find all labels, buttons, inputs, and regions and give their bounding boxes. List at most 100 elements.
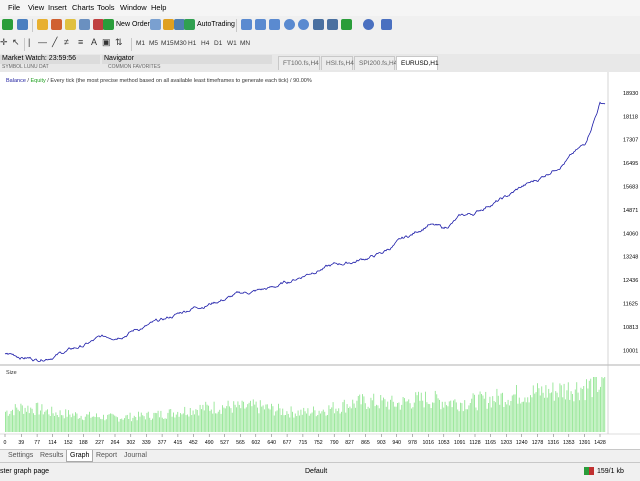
size-bar <box>475 407 477 432</box>
tab-results[interactable]: Results <box>40 452 63 459</box>
arrows-icon[interactable]: ⇅ <box>115 37 123 48</box>
size-bar <box>24 407 26 432</box>
tab-journal[interactable]: Journal <box>124 452 147 459</box>
size-bar <box>577 392 579 432</box>
zoom-in-icon[interactable] <box>284 19 295 30</box>
chart-shift-icon[interactable] <box>327 19 338 30</box>
size-bar <box>83 420 85 432</box>
size-bar <box>224 408 226 432</box>
tile-windows-icon[interactable] <box>313 19 324 30</box>
menu-help[interactable]: Help <box>151 3 166 12</box>
size-bar <box>177 411 179 432</box>
chart-tab-eurusd[interactable]: EURUSD,H1 <box>396 56 439 70</box>
auto-trading-button[interactable]: AutoTrading <box>197 21 235 28</box>
crosshair-icon[interactable]: ✛ <box>0 37 8 48</box>
cursor-icon[interactable]: ↖ <box>12 37 20 48</box>
size-bar <box>255 401 257 432</box>
timeframe-h1[interactable]: H1 <box>188 40 196 47</box>
label-icon[interactable]: ▣ <box>102 37 111 48</box>
menu-file[interactable]: File <box>8 3 20 12</box>
vertical-line-icon[interactable]: | <box>28 37 30 47</box>
size-bar <box>189 408 191 432</box>
navigator-icon[interactable] <box>65 19 76 30</box>
menu-tools[interactable]: Tools <box>97 3 115 12</box>
channel-icon[interactable]: ≠ <box>64 37 69 47</box>
timeframe-m15[interactable]: M15 <box>161 40 174 47</box>
size-bar <box>493 401 495 432</box>
size-bar <box>146 412 148 432</box>
size-bar <box>545 385 547 432</box>
size-bar <box>436 394 438 432</box>
templates-icon[interactable] <box>381 19 392 30</box>
line-chart-icon[interactable] <box>269 19 280 30</box>
size-bar <box>5 411 6 432</box>
data-window-icon[interactable] <box>51 19 62 30</box>
size-bar <box>38 414 40 432</box>
chart-tab-ft100[interactable]: FT100.fs,H4 <box>278 56 320 70</box>
timeframe-h4[interactable]: H4 <box>201 40 209 47</box>
auto-trading-icon[interactable] <box>184 19 195 30</box>
menu-insert[interactable]: Insert <box>48 3 67 12</box>
new-order-icon[interactable] <box>103 19 114 30</box>
size-bar <box>230 408 232 432</box>
size-bar <box>159 417 160 432</box>
timeframe-m5[interactable]: M5 <box>149 40 158 47</box>
indicators-icon[interactable] <box>341 19 352 30</box>
size-bar <box>331 407 333 432</box>
tab-report[interactable]: Report <box>96 452 117 459</box>
tab-settings[interactable]: Settings <box>8 452 33 459</box>
menu-view[interactable]: View <box>28 3 44 12</box>
chart-tab-spi200[interactable]: SPI200.fs,H4 <box>354 56 397 70</box>
timeframe-m1[interactable]: M1 <box>136 40 145 47</box>
size-bar <box>324 411 326 432</box>
size-bar <box>16 407 18 432</box>
size-bar <box>588 380 590 432</box>
market-watch-header[interactable]: Market Watch: 23:59:56 <box>0 55 100 64</box>
size-bar <box>104 420 106 432</box>
candlestick-icon[interactable] <box>255 19 266 30</box>
x-tick-label: 1053 <box>438 440 450 446</box>
profiles-icon[interactable] <box>17 19 28 30</box>
trendline-icon[interactable]: ╱ <box>52 37 57 48</box>
size-bar <box>409 403 411 432</box>
signals-icon[interactable] <box>163 19 174 30</box>
x-tick-label: 152 <box>64 440 73 446</box>
size-bar <box>84 416 86 432</box>
tab-graph[interactable]: Graph <box>66 450 94 462</box>
size-bar <box>447 406 449 432</box>
size-bar <box>206 404 208 432</box>
size-bar <box>89 411 90 432</box>
new-order-button[interactable]: New Order <box>116 21 150 28</box>
horizontal-line-icon[interactable]: — <box>38 37 47 47</box>
chart-tab-hsi[interactable]: HSI.fs,H4 <box>321 56 354 70</box>
timeframe-m30[interactable]: M30 <box>174 40 187 47</box>
navigator-header[interactable]: Navigator <box>102 55 272 64</box>
zoom-out-icon[interactable] <box>298 19 309 30</box>
metaeditor-icon[interactable] <box>150 19 161 30</box>
size-bar <box>107 414 109 432</box>
market-watch-icon[interactable] <box>37 19 48 30</box>
size-bar <box>188 416 190 432</box>
size-bar <box>73 415 75 432</box>
menu-window[interactable]: Window <box>120 3 147 12</box>
size-bar <box>26 411 27 432</box>
size-bar <box>366 409 368 432</box>
size-bar <box>286 411 288 432</box>
size-bar <box>601 377 603 432</box>
terminal-icon[interactable] <box>79 19 90 30</box>
timeframe-w1[interactable]: W1 <box>227 40 237 47</box>
bar-chart-icon[interactable] <box>241 19 252 30</box>
periods-icon[interactable] <box>363 19 374 30</box>
timeframe-d1[interactable]: D1 <box>214 40 222 47</box>
fibo-icon[interactable]: ≡ <box>78 37 83 47</box>
x-tick-label: 227 <box>95 440 104 446</box>
size-bar <box>591 397 593 432</box>
new-chart-icon[interactable] <box>2 19 13 30</box>
size-bar <box>161 417 163 432</box>
size-bar <box>282 408 284 432</box>
size-bar <box>454 399 456 432</box>
timeframe-mn[interactable]: MN <box>240 40 250 47</box>
size-bar <box>154 412 156 432</box>
menu-charts[interactable]: Charts <box>72 3 94 12</box>
text-icon[interactable]: A <box>91 37 97 47</box>
